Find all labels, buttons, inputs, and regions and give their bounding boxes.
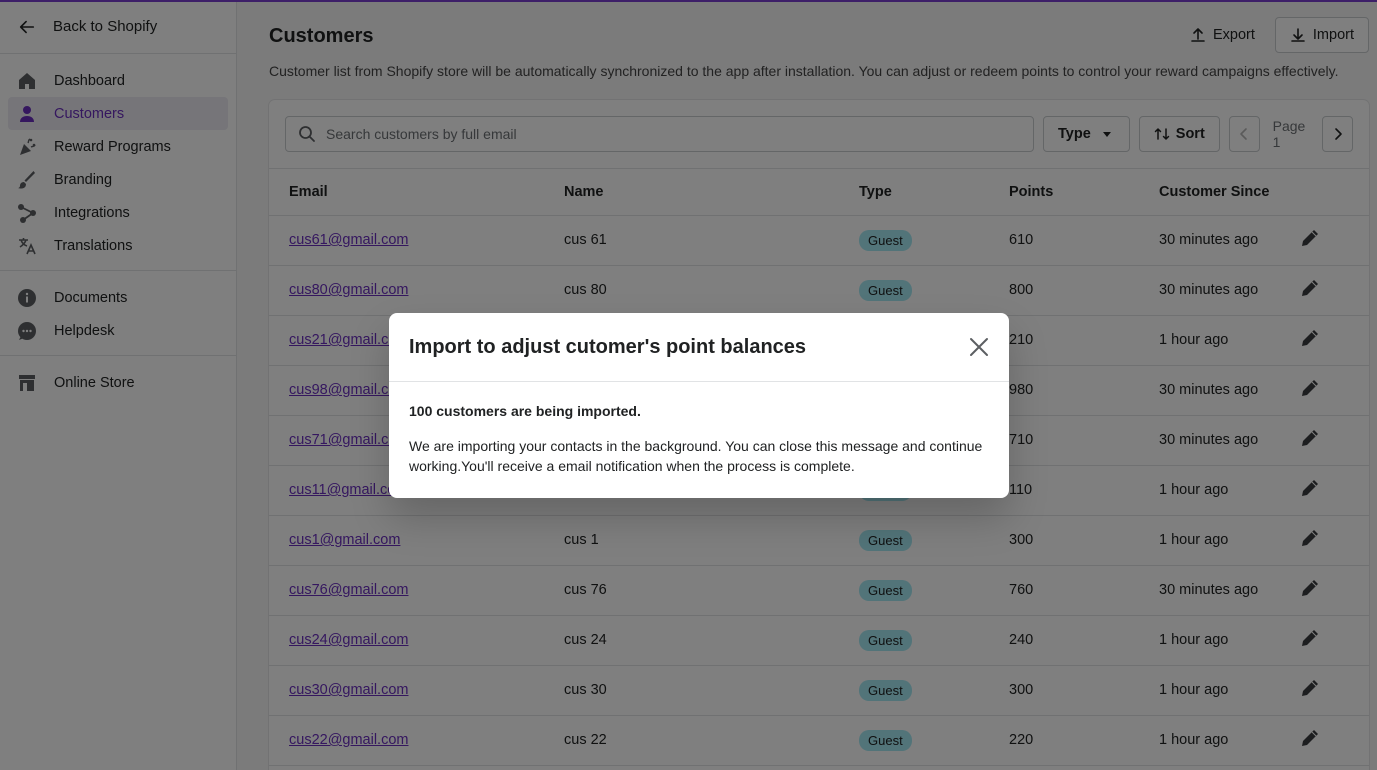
modal-body: 100 customers are being imported. We are… [389,382,1009,476]
import-modal: Import to adjust cutomer's point balance… [389,313,1009,498]
modal-message: We are importing your contacts in the ba… [409,438,983,474]
modal-title: Import to adjust cutomer's point balance… [409,335,807,358]
modal-close-button[interactable] [967,335,991,359]
modal-heading: 100 customers are being imported. [409,403,641,419]
close-icon [970,338,988,356]
modal-header: Import to adjust cutomer's point balance… [389,313,1009,382]
